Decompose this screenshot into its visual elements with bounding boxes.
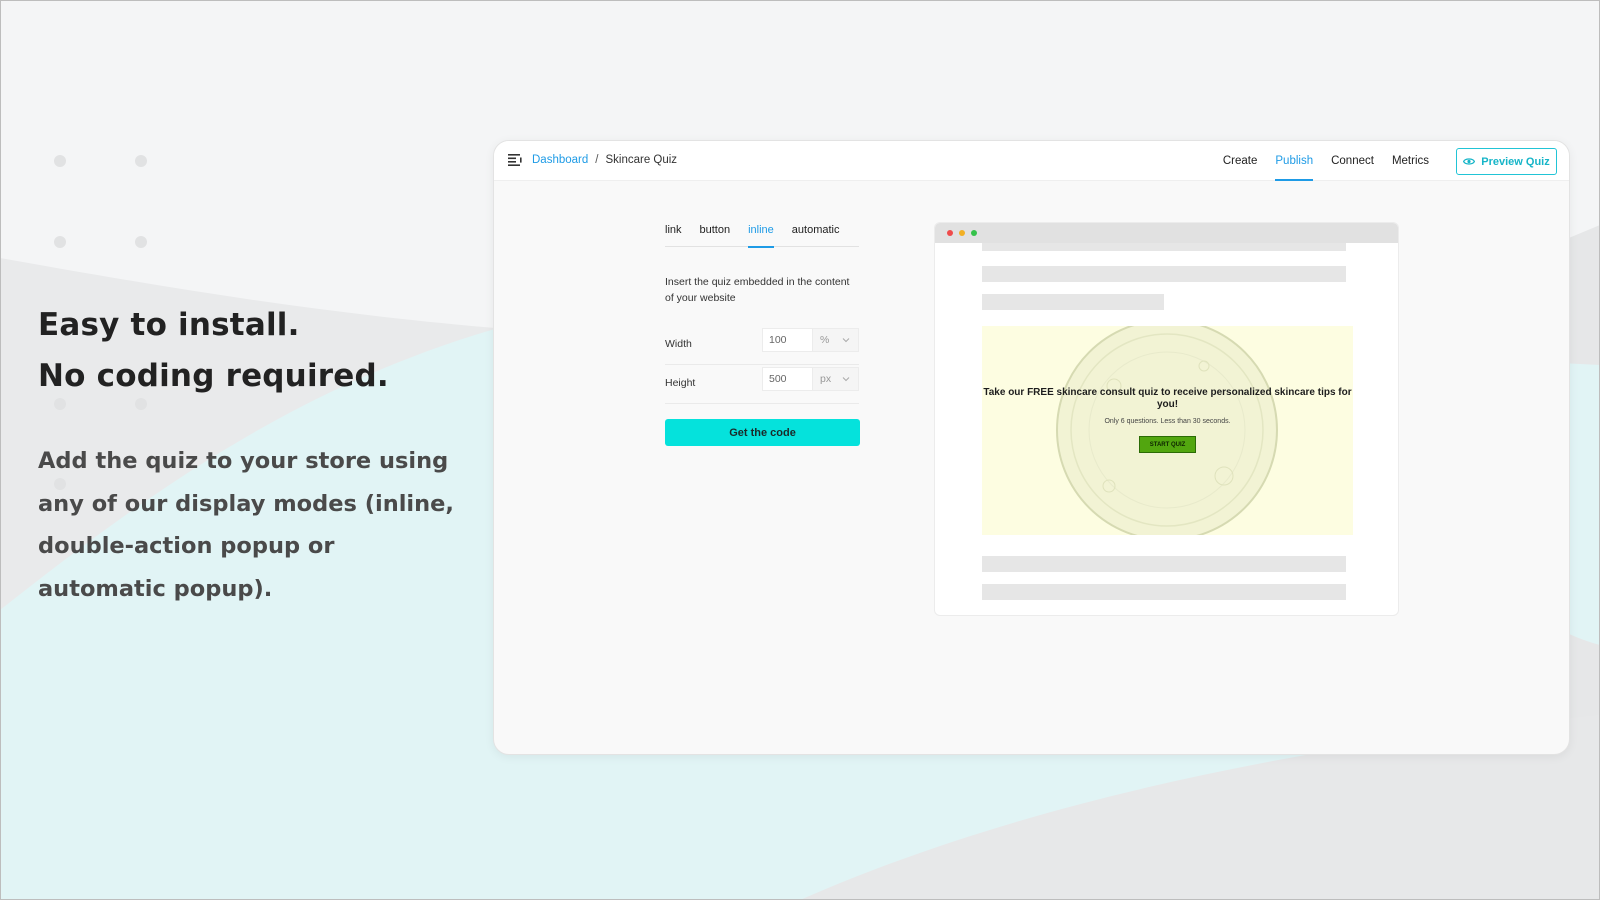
nav-create[interactable]: Create xyxy=(1223,141,1258,181)
main-nav: Create Publish Connect Metrics xyxy=(1223,141,1429,181)
height-unit-select[interactable]: px xyxy=(812,367,859,391)
placeholder-line xyxy=(982,294,1164,310)
placeholder-line xyxy=(982,266,1346,282)
get-the-code-button[interactable]: Get the code xyxy=(665,419,860,446)
headline-line-1: Easy to install. xyxy=(38,307,300,343)
breadcrumb-current: Skincare Quiz xyxy=(605,154,678,166)
height-field-row: Height 500 px xyxy=(665,365,859,404)
window-minimize-dot xyxy=(959,230,965,236)
product-jar-image xyxy=(1056,326,1278,535)
start-quiz-button[interactable]: START QUIZ xyxy=(1139,436,1196,453)
placeholder-line xyxy=(982,243,1346,251)
decor-dot xyxy=(135,236,147,248)
width-label: Width xyxy=(665,338,692,350)
tab-button[interactable]: button xyxy=(700,221,731,247)
marketing-copy: Easy to install. No coding required. Add… xyxy=(38,300,458,610)
placeholder-line xyxy=(982,556,1346,572)
embedded-quiz-card: Take our FREE skincare consult quiz to r… xyxy=(982,326,1353,535)
app-window: Dashboard / Skincare Quiz Create Publish… xyxy=(493,140,1570,755)
inline-description: Insert the quiz embedded in the content … xyxy=(665,276,850,304)
tab-inline[interactable]: inline xyxy=(748,221,774,248)
height-unit-value: px xyxy=(820,373,832,385)
breadcrumb-separator: / xyxy=(595,154,599,166)
headline-line-2: No coding required. xyxy=(38,358,389,394)
preview-quiz-label: Preview Quiz xyxy=(1481,155,1550,168)
browser-preview: Take our FREE skincare consult quiz to r… xyxy=(934,222,1399,616)
top-bar: Dashboard / Skincare Quiz Create Publish… xyxy=(494,141,1569,181)
decor-dot xyxy=(54,155,66,167)
hamburger-menu-icon[interactable] xyxy=(508,154,522,166)
breadcrumb: Dashboard / Skincare Quiz xyxy=(532,154,677,166)
decor-dot xyxy=(135,155,147,167)
height-label: Height xyxy=(665,377,696,389)
nav-connect[interactable]: Connect xyxy=(1331,141,1374,181)
eye-icon xyxy=(1463,158,1476,165)
window-close-dot xyxy=(947,230,953,236)
preview-quiz-button[interactable]: Preview Quiz xyxy=(1456,148,1557,175)
quiz-subtitle: Only 6 questions. Less than 30 seconds. xyxy=(1104,418,1231,425)
tab-link[interactable]: link xyxy=(665,221,682,247)
width-unit-value: % xyxy=(820,334,830,346)
width-field-row: Width 100 % xyxy=(665,326,859,365)
height-input[interactable]: 500 xyxy=(762,367,812,391)
chevron-down-icon xyxy=(842,338,850,343)
browser-title-bar xyxy=(935,223,1398,243)
nav-publish[interactable]: Publish xyxy=(1275,141,1313,181)
display-mode-tabs: link button inline automatic xyxy=(665,221,859,248)
chevron-down-icon xyxy=(842,377,850,382)
quiz-headline: Take our FREE skincare consult quiz to r… xyxy=(983,387,1352,410)
window-maximize-dot xyxy=(971,230,977,236)
placeholder-line xyxy=(982,584,1346,600)
nav-metrics[interactable]: Metrics xyxy=(1392,141,1429,181)
width-input[interactable]: 100 xyxy=(762,328,812,352)
breadcrumb-dashboard-link[interactable]: Dashboard xyxy=(532,154,588,166)
decor-dot xyxy=(54,236,66,248)
tab-automatic[interactable]: automatic xyxy=(792,221,840,247)
width-unit-select[interactable]: % xyxy=(812,328,859,352)
marketing-subcopy: Add the quiz to your store using any of … xyxy=(38,448,454,602)
